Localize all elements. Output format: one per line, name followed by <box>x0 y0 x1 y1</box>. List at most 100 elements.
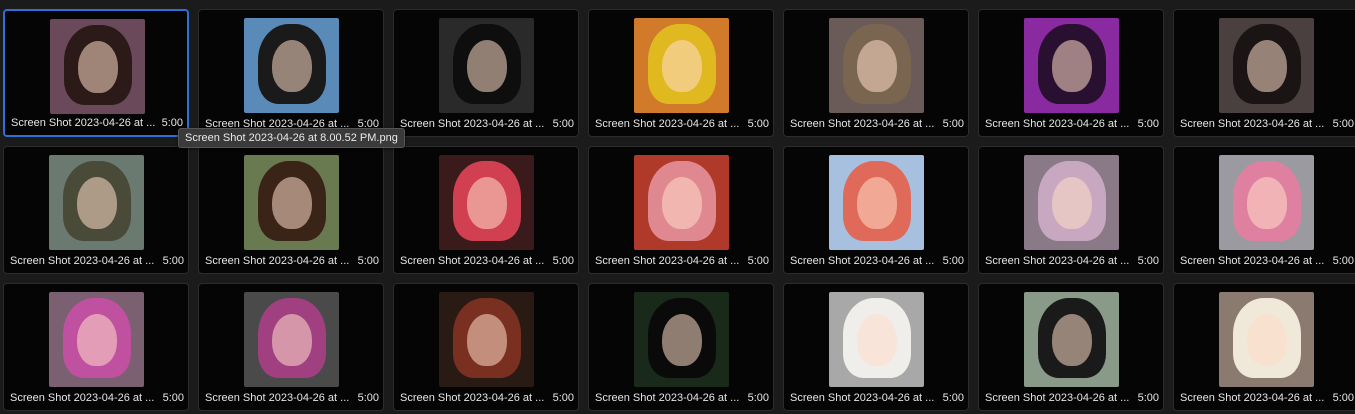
file-time: 5:00 <box>747 118 769 130</box>
thumbnail-face <box>272 40 312 92</box>
file-caption: Screen Shot 2023-04-26 at ... 5:00 <box>5 116 187 130</box>
file-caption: Screen Shot 2023-04-26 at ... 5:00 <box>1174 117 1355 131</box>
file-name: Screen Shot 2023-04-26 at ... <box>205 255 350 267</box>
file-time: 5:00 <box>1137 392 1159 404</box>
file-tile[interactable]: Screen Shot 2023-04-26 at ... 5:00 <box>978 9 1164 137</box>
file-name: Screen Shot 2023-04-26 at ... <box>400 118 545 130</box>
file-tile[interactable]: Screen Shot 2023-04-26 at ... 5:00 <box>783 283 969 411</box>
thumbnail-face <box>272 314 312 366</box>
file-name: Screen Shot 2023-04-26 at ... <box>205 392 350 404</box>
file-name: Screen Shot 2023-04-26 at ... <box>985 392 1130 404</box>
file-tile[interactable]: Screen Shot 2023-04-26 at ... 5:00 <box>978 283 1164 411</box>
thumbnail-face <box>662 177 702 229</box>
file-tile[interactable]: Screen Shot 2023-04-26 at ... 5:00 <box>198 9 384 137</box>
thumbnail-face <box>77 314 117 366</box>
file-tile[interactable]: Screen Shot 2023-04-26 at ... 5:00 <box>783 146 969 274</box>
file-time: 5:00 <box>942 118 964 130</box>
file-name: Screen Shot 2023-04-26 at ... <box>790 118 935 130</box>
file-grid: Screen Shot 2023-04-26 at ... 5:00 Screen … <box>3 9 1355 411</box>
file-name: Screen Shot 2023-04-26 at ... <box>595 118 740 130</box>
file-time: 5:00 <box>357 392 379 404</box>
thumbnail-face <box>857 314 897 366</box>
file-tile[interactable]: Screen Shot 2023-04-26 at ... 5:00 <box>588 146 774 274</box>
file-time: 5:00 <box>552 255 574 267</box>
file-time: 5:00 <box>1332 118 1354 130</box>
image-thumbnail <box>439 155 534 250</box>
file-time: 5:00 <box>1332 255 1354 267</box>
file-name: Screen Shot 2023-04-26 at ... <box>10 255 155 267</box>
file-tile[interactable]: Screen Shot 2023-04-26 at ... 5:00 <box>3 283 189 411</box>
file-tile[interactable]: Screen Shot 2023-04-26 at ... 5:00 <box>393 146 579 274</box>
file-time: 5:00 <box>747 255 769 267</box>
file-time: 5:00 <box>942 392 964 404</box>
image-thumbnail <box>439 292 534 387</box>
file-tile[interactable]: Screen Shot 2023-04-26 at ... 5:00 <box>588 283 774 411</box>
thumbnail-face <box>78 41 118 93</box>
file-name: Screen Shot 2023-04-26 at ... <box>1180 392 1325 404</box>
file-tile[interactable]: Screen Shot 2023-04-26 at ... 5:00 <box>393 9 579 137</box>
image-thumbnail <box>829 155 924 250</box>
file-caption: Screen Shot 2023-04-26 at ... 5:00 <box>394 254 578 268</box>
file-tile[interactable]: Screen Shot 2023-04-26 at ... 5:00 <box>783 9 969 137</box>
file-caption: Screen Shot 2023-04-26 at ... 5:00 <box>589 254 773 268</box>
image-thumbnail <box>634 18 729 113</box>
file-tile[interactable]: Screen Shot 2023-04-26 at ... 5:00 <box>1173 9 1355 137</box>
thumbnail-face <box>1052 40 1092 92</box>
image-thumbnail <box>1024 155 1119 250</box>
file-time: 5:00 <box>1137 255 1159 267</box>
thumbnail-face <box>467 314 507 366</box>
file-name: Screen Shot 2023-04-26 at ... <box>1180 255 1325 267</box>
file-tile[interactable]: Screen Shot 2023-04-26 at ... 5:00 <box>3 9 189 137</box>
file-tile[interactable]: Screen Shot 2023-04-26 at ... 5:00 <box>198 146 384 274</box>
file-name: Screen Shot 2023-04-26 at ... <box>11 117 156 129</box>
image-thumbnail <box>244 292 339 387</box>
thumbnail-face <box>662 40 702 92</box>
image-thumbnail <box>1219 18 1314 113</box>
file-time: 5:00 <box>942 255 964 267</box>
file-tile[interactable]: Screen Shot 2023-04-26 at ... 5:00 <box>1173 283 1355 411</box>
file-caption: Screen Shot 2023-04-26 at ... 5:00 <box>784 254 968 268</box>
file-caption: Screen Shot 2023-04-26 at ... 5:00 <box>979 391 1163 405</box>
thumbnail-face <box>857 40 897 92</box>
file-tile[interactable]: Screen Shot 2023-04-26 at ... 5:00 <box>393 283 579 411</box>
file-tile[interactable]: Screen Shot 2023-04-26 at ... 5:00 <box>3 146 189 274</box>
image-thumbnail <box>244 155 339 250</box>
file-caption: Screen Shot 2023-04-26 at ... 5:00 <box>199 391 383 405</box>
file-caption: Screen Shot 2023-04-26 at ... 5:00 <box>4 391 188 405</box>
thumbnail-face <box>857 177 897 229</box>
file-time: 5:00 <box>1332 392 1354 404</box>
file-name: Screen Shot 2023-04-26 at ... <box>985 118 1130 130</box>
file-name: Screen Shot 2023-04-26 at ... <box>400 392 545 404</box>
file-tile[interactable]: Screen Shot 2023-04-26 at ... 5:00 <box>198 283 384 411</box>
file-tile[interactable]: Screen Shot 2023-04-26 at ... 5:00 <box>978 146 1164 274</box>
thumbnail-face <box>467 40 507 92</box>
image-thumbnail <box>1024 292 1119 387</box>
file-name: Screen Shot 2023-04-26 at ... <box>10 392 155 404</box>
thumbnail-face <box>77 177 117 229</box>
image-thumbnail <box>1219 155 1314 250</box>
file-time: 5:00 <box>552 392 574 404</box>
file-caption: Screen Shot 2023-04-26 at ... 5:00 <box>979 254 1163 268</box>
file-tile[interactable]: Screen Shot 2023-04-26 at ... 5:00 <box>1173 146 1355 274</box>
file-time: 5:00 <box>1137 118 1159 130</box>
thumbnail-face <box>272 177 312 229</box>
file-name: Screen Shot 2023-04-26 at ... <box>595 255 740 267</box>
file-time: 5:00 <box>747 392 769 404</box>
thumbnail-face <box>662 314 702 366</box>
file-time: 5:00 <box>162 255 184 267</box>
image-thumbnail <box>439 18 534 113</box>
filename-tooltip: Screen Shot 2023-04-26 at 8.00.52 PM.png <box>178 128 405 148</box>
thumbnail-face <box>1247 40 1287 92</box>
image-thumbnail <box>1024 18 1119 113</box>
file-caption: Screen Shot 2023-04-26 at ... 5:00 <box>394 117 578 131</box>
thumbnail-face <box>1052 177 1092 229</box>
file-caption: Screen Shot 2023-04-26 at ... 5:00 <box>394 391 578 405</box>
thumbnail-face <box>467 177 507 229</box>
file-time: 5:00 <box>162 392 184 404</box>
file-time: 5:00 <box>357 255 379 267</box>
file-caption: Screen Shot 2023-04-26 at ... 5:00 <box>1174 391 1355 405</box>
file-caption: Screen Shot 2023-04-26 at ... 5:00 <box>589 117 773 131</box>
file-name: Screen Shot 2023-04-26 at ... <box>595 392 740 404</box>
file-name: Screen Shot 2023-04-26 at ... <box>790 392 935 404</box>
file-tile[interactable]: Screen Shot 2023-04-26 at ... 5:00 <box>588 9 774 137</box>
